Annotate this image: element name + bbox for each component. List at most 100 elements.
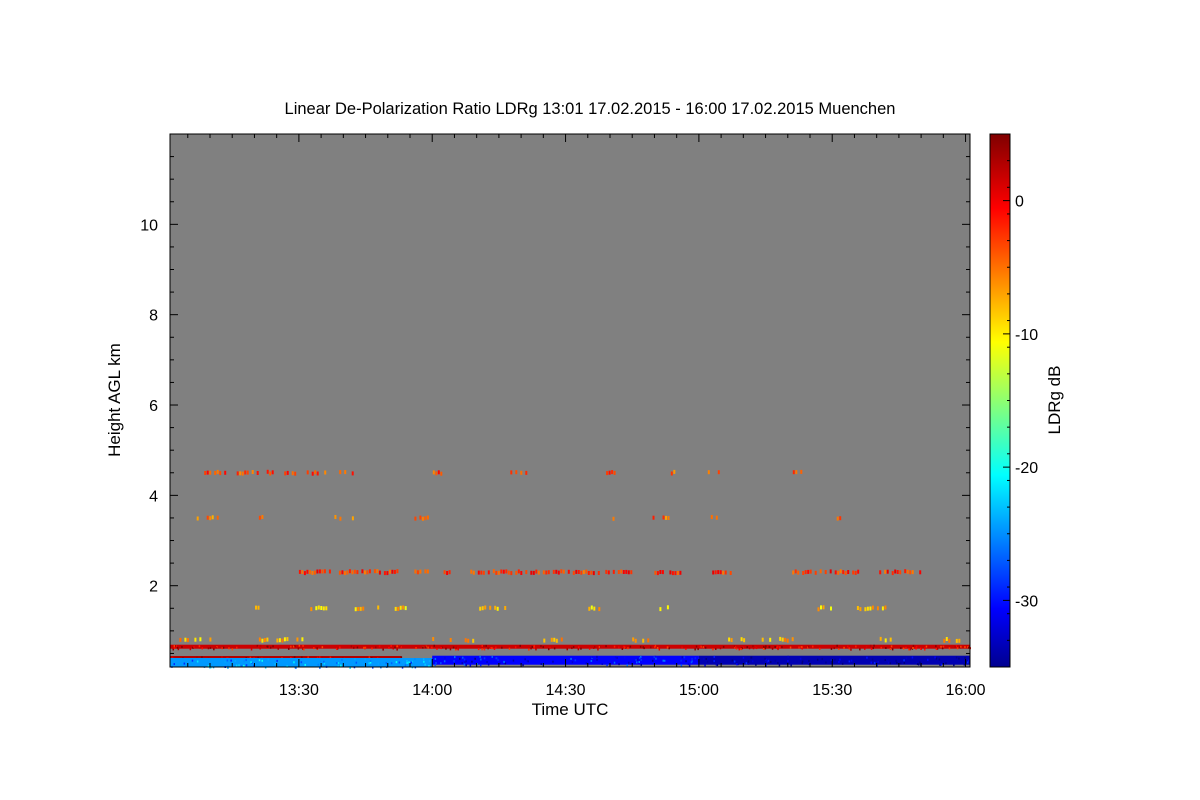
layer-speckle bbox=[535, 648, 537, 651]
layer-pixel bbox=[515, 570, 518, 575]
layer-pixel bbox=[587, 571, 590, 575]
layer-pixel bbox=[320, 606, 323, 610]
layer-pixel bbox=[251, 470, 254, 474]
layer-speckle bbox=[258, 659, 261, 662]
layer-speckle bbox=[935, 657, 938, 660]
layer-pixel bbox=[266, 469, 269, 474]
layer-speckle bbox=[300, 661, 303, 664]
layer-speckle bbox=[181, 646, 183, 648]
layer-pixel bbox=[291, 471, 294, 476]
layer-speckle bbox=[341, 659, 343, 661]
layer-speckle bbox=[501, 646, 503, 649]
layer-speckle bbox=[801, 660, 804, 663]
layer-pixel bbox=[612, 569, 615, 574]
layer-speckle bbox=[452, 646, 455, 649]
layer-pixel bbox=[884, 605, 887, 610]
layer-pixel bbox=[487, 570, 490, 575]
layer-speckle bbox=[483, 648, 486, 651]
layer-speckle bbox=[697, 648, 699, 651]
layer-speckle bbox=[848, 660, 851, 663]
layer-speckle bbox=[865, 645, 868, 648]
layer-pixel bbox=[547, 570, 550, 575]
layer-speckle bbox=[406, 662, 408, 664]
layer-speckle bbox=[455, 647, 457, 650]
layer-speckle bbox=[745, 662, 748, 665]
layer-pixel bbox=[496, 606, 499, 611]
layer-speckle bbox=[589, 657, 592, 659]
layer-speckle bbox=[288, 647, 290, 650]
layer-pixel bbox=[338, 570, 341, 575]
layer-pixel bbox=[729, 571, 732, 575]
colorbar-ticks: 0 -10 -20 -30 bbox=[1003, 133, 1038, 668]
layer-pixel bbox=[535, 569, 538, 574]
layer-speckle bbox=[963, 663, 966, 666]
layer-speckle bbox=[596, 655, 598, 658]
layer-speckle bbox=[577, 648, 580, 651]
layer-pixel bbox=[310, 607, 313, 612]
layer-speckle bbox=[750, 656, 752, 659]
layer-speckle bbox=[443, 660, 446, 663]
layer-pixel bbox=[769, 637, 772, 642]
layer-pixel bbox=[567, 569, 570, 574]
layer-speckle bbox=[927, 658, 929, 661]
layer-pixel bbox=[809, 569, 812, 574]
layer-speckle bbox=[712, 648, 714, 651]
layer-pixel bbox=[283, 637, 286, 642]
layer-speckle bbox=[266, 645, 268, 648]
layer-speckle bbox=[864, 647, 866, 650]
layer-speckle bbox=[967, 659, 970, 662]
layer-speckle bbox=[433, 644, 435, 647]
layer-pixel bbox=[317, 605, 320, 610]
layer-speckle bbox=[403, 660, 405, 663]
layer-pixel bbox=[495, 570, 498, 575]
layer-pixel bbox=[308, 570, 311, 575]
layer-pixel bbox=[239, 471, 242, 476]
layer-pixel bbox=[537, 570, 540, 575]
layer-pixel bbox=[278, 638, 281, 643]
layer-pixel bbox=[351, 516, 354, 521]
layer-pixel bbox=[520, 571, 523, 575]
layer-speckle bbox=[774, 646, 777, 648]
chart-title: Linear De-Polarization Ratio LDRg 13:01 … bbox=[285, 100, 896, 118]
layer-pixel bbox=[467, 638, 470, 643]
layer-pixel bbox=[590, 605, 593, 610]
layer-speckle bbox=[445, 647, 447, 650]
layer-pixel bbox=[955, 638, 958, 643]
layer-pixel bbox=[869, 606, 872, 611]
layer-speckle bbox=[183, 662, 186, 665]
layer-pixel bbox=[344, 470, 347, 475]
layer-pixel bbox=[879, 570, 882, 575]
layer-speckle bbox=[385, 662, 388, 665]
layer-speckle bbox=[177, 648, 180, 651]
layer-pixel bbox=[909, 570, 912, 575]
layer-pixel bbox=[866, 606, 869, 611]
layer-pixel bbox=[879, 636, 882, 641]
layer-speckle bbox=[859, 648, 861, 651]
layer-speckle bbox=[719, 647, 722, 650]
layer-pixel bbox=[404, 606, 407, 611]
layer-pixel bbox=[505, 569, 508, 574]
layer-speckle bbox=[613, 645, 616, 648]
layer-pixel bbox=[435, 471, 438, 476]
layer-pixel bbox=[432, 470, 435, 475]
layer-pixel bbox=[899, 570, 902, 575]
layer-pixel bbox=[393, 569, 396, 574]
layer-pixel bbox=[791, 637, 794, 642]
layer-pixel bbox=[839, 569, 842, 574]
layer-speckle bbox=[459, 657, 461, 660]
layer-pixel bbox=[414, 516, 417, 521]
layer-speckle bbox=[355, 661, 358, 664]
layer-speckle bbox=[396, 648, 398, 651]
layer-speckle bbox=[339, 646, 341, 649]
layer-pixel bbox=[209, 470, 212, 475]
layer-speckle bbox=[798, 646, 800, 649]
layer-pixel bbox=[822, 605, 825, 610]
layer-speckle bbox=[742, 656, 745, 659]
layer-pixel bbox=[817, 607, 820, 612]
layer-pixel bbox=[598, 607, 601, 612]
layer-speckle bbox=[702, 646, 704, 649]
layer-speckle bbox=[924, 646, 926, 649]
layer-pixel bbox=[555, 638, 558, 643]
layer-pixel bbox=[443, 570, 446, 575]
layer-speckle bbox=[838, 646, 840, 649]
